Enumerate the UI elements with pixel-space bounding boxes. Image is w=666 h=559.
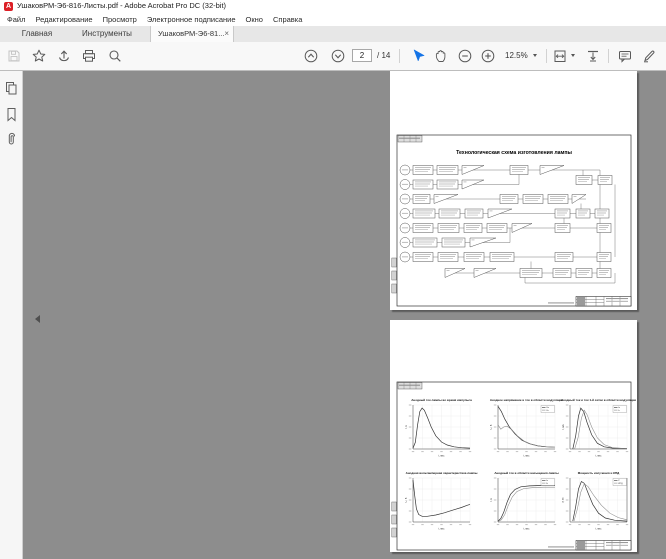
acrobat-window: A УшаковРМ-Э6-816-Листы.pdf - Adobe Acro… <box>0 0 666 559</box>
chart-ylabel: P, Вт <box>562 496 565 502</box>
pdf-page-3: Анодный ток лампы во время импульса t, мк… <box>390 320 637 552</box>
zoom-in-icon <box>480 48 496 64</box>
page-2-sheet: Технологическая схема изготовления лампы <box>390 71 637 310</box>
chart-title: Мощность излучения и КПД <box>578 471 620 475</box>
select-tool-button[interactable] <box>410 48 426 64</box>
menu-item-4[interactable]: Электронное подписание <box>142 13 241 26</box>
save-button[interactable] <box>6 48 22 64</box>
hand-tool-button[interactable] <box>433 48 449 64</box>
page-down-icon <box>330 48 346 64</box>
tab-close-icon[interactable]: × <box>224 26 229 42</box>
chart-ylabel: I, А <box>490 498 493 502</box>
favorite-button[interactable] <box>31 48 47 64</box>
chart-xlabel: t, мкс <box>596 528 603 531</box>
comment-button[interactable] <box>617 48 633 64</box>
chart-4: Анодная вольтамперная характеристика лам… <box>405 471 478 531</box>
panel-collapse-handle[interactable] <box>34 312 42 326</box>
tab-tools[interactable]: Инструменты <box>74 26 140 42</box>
chart-series <box>573 408 627 449</box>
page-up-icon <box>303 48 319 64</box>
menu-item-3[interactable]: Просмотр <box>98 13 142 26</box>
toolbar: / 14 12.5% <box>0 42 666 71</box>
window-title: УшаковРМ-Э6-816-Листы.pdf - Adobe Acroba… <box>17 1 226 10</box>
toolbar-divider <box>608 49 609 63</box>
chart-xlabel: t, мкс <box>596 455 603 458</box>
pencil-icon <box>641 48 657 64</box>
chart-title: Анодный ток лампы во время импульса <box>411 398 472 402</box>
flowchart-diagram <box>400 165 615 283</box>
page-down-button[interactable] <box>330 48 346 64</box>
chart-series <box>573 482 627 522</box>
zoom-level-dropdown[interactable]: 12.5% <box>505 42 528 70</box>
menu-item-5[interactable]: Окно <box>241 13 268 26</box>
page-thumbnails-button[interactable] <box>4 81 19 96</box>
chart-title: Анодный ток и ток 1-й сетки в области мо… <box>561 398 636 402</box>
chart-xlabel: t, мкс <box>439 455 446 458</box>
toolbar-divider <box>399 49 400 63</box>
print-button[interactable] <box>81 48 97 64</box>
tab-home[interactable]: Главная <box>8 26 66 42</box>
zoom-out-icon <box>457 48 473 64</box>
chart-6: Мощность излучения и КПДPКПДt, мксP, Вт <box>562 471 628 531</box>
acrobat-app-icon: A <box>4 2 13 11</box>
attachments-button[interactable] <box>4 132 19 147</box>
save-icon <box>6 48 22 64</box>
chart-xlabel: t, мкс <box>439 528 446 531</box>
star-icon <box>31 48 47 64</box>
zoom-out-button[interactable] <box>457 48 473 64</box>
tabbar: Главная Инструменты УшаковРМ-Э6-81... × <box>0 26 666 42</box>
attachments-icon <box>4 132 19 147</box>
pencil-button[interactable] <box>641 48 657 64</box>
navigation-sidebar <box>0 71 23 559</box>
chart-1: Анодный ток лампы во время импульса t, мк… <box>405 398 472 458</box>
titlebar: A УшаковРМ-Э6-816-Листы.pdf - Adobe Acro… <box>0 0 666 13</box>
fit-width-button[interactable] <box>552 48 568 64</box>
fit-width-icon <box>552 48 568 64</box>
page-up-button[interactable] <box>303 48 319 64</box>
tab-document-label: УшаковРМ-Э6-81... <box>158 29 224 38</box>
page-number-input[interactable] <box>352 49 372 62</box>
chart-title: Анодный ток в области насыщения лампы <box>494 471 559 475</box>
bookmarks-icon <box>4 107 19 122</box>
chart-ylabel: I, А <box>405 425 408 429</box>
comment-icon <box>617 48 633 64</box>
page-3-sheet: Анодный ток лампы во время импульса t, мк… <box>390 320 637 552</box>
menu-item-6[interactable]: Справка <box>268 13 307 26</box>
menubar: ФайлРедактированиеПросмотрЭлектронное по… <box>0 13 666 26</box>
document-area[interactable]: Технологическая схема изготовления лампы… <box>23 71 666 559</box>
chart-3: Анодный ток и ток 1-й сетки в области мо… <box>561 398 636 458</box>
tab-document[interactable]: УшаковРМ-Э6-81... × <box>150 26 234 42</box>
diagram-title: Технологическая схема изготовления лампы <box>456 150 572 156</box>
chart-ylabel: U, В <box>490 424 493 429</box>
chart-series <box>574 484 627 521</box>
page-count-label: / 14 <box>377 42 390 70</box>
chart-xlabel: t, мкс <box>524 528 531 531</box>
pdf-page-2: Технологическая схема изготовления лампы <box>390 71 637 310</box>
page-thumbnails-icon <box>4 81 19 96</box>
chevron-down-icon[interactable] <box>571 54 575 57</box>
zoom-in-button[interactable] <box>480 48 496 64</box>
toolbar-divider <box>546 49 547 63</box>
share-icon <box>56 48 72 64</box>
chart-xlabel: t, мкс <box>524 455 531 458</box>
menu-item-2[interactable]: Редактирование <box>30 13 97 26</box>
share-button[interactable] <box>56 48 72 64</box>
chart-title: Анодная вольтамперная характеристика лам… <box>406 471 478 475</box>
search-icon <box>107 48 123 64</box>
print-icon <box>81 48 97 64</box>
chart-ylabel: U, В <box>405 497 408 502</box>
scroll-mode-icon <box>585 48 601 64</box>
menu-item-1[interactable]: Файл <box>2 13 30 26</box>
chart-2: Анодное напряжение и ток в области модул… <box>490 398 563 458</box>
chart-5: Анодный ток в области насыщения лампыIaI… <box>490 471 559 531</box>
scroll-mode-button[interactable] <box>585 48 601 64</box>
svg-text:КПД: КПД <box>618 483 623 485</box>
select-tool-icon <box>410 48 426 64</box>
search-button[interactable] <box>107 48 123 64</box>
chevron-down-icon[interactable] <box>533 54 537 57</box>
bookmarks-button[interactable] <box>4 107 19 122</box>
hand-tool-icon <box>433 48 449 64</box>
chart-title: Анодное напряжение и ток в области модул… <box>490 398 563 402</box>
chart-ylabel: I, мА <box>562 424 565 430</box>
